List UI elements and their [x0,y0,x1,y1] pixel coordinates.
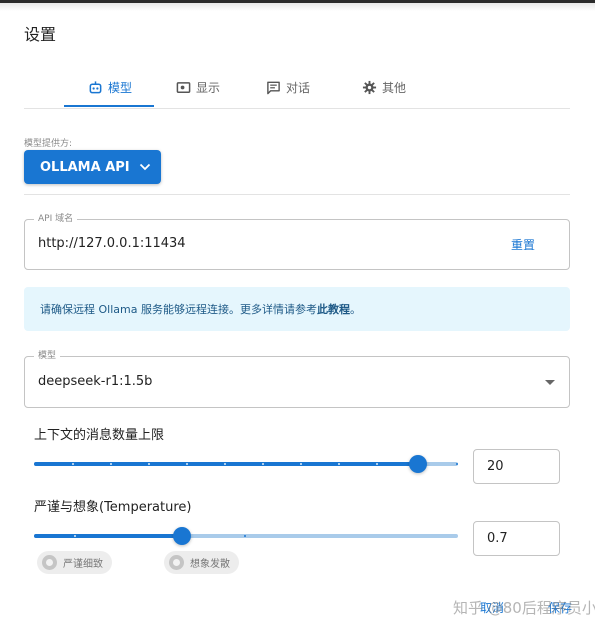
slider-mark [262,463,264,465]
tab-model-label: 模型 [108,80,133,95]
settings-tabs: 模型 显示 对话 其他 [64,70,424,110]
slider-mark [110,463,112,465]
chip-imaginative-label: 想象发散 [190,559,230,570]
slider-thumb[interactable] [409,455,428,473]
model-select[interactable]: 模型 deepseek-r1:1.5b [24,350,570,408]
tutorial-link[interactable]: 此教程 [317,303,350,316]
section-divider [24,194,570,195]
info-notice: 请确保远程 Ollama 服务能够远程连接。更多详情请参考此教程。 [24,287,570,331]
provider-value: OLLAMA API [40,159,130,175]
api-host-legend: API 域名 [34,213,78,225]
slider-mark [72,463,74,465]
api-host-value[interactable]: http://127.0.0.1:11434 [38,236,186,251]
slider-track [34,534,183,538]
tab-other-label: 其他 [382,80,407,95]
slider-mark [186,463,188,465]
robot-icon [89,80,102,93]
reset-button[interactable]: 重置 [511,236,535,253]
dropdown-arrow-icon [545,380,555,385]
provider-select-button[interactable]: OLLAMA API [24,150,161,184]
model-value: deepseek-r1:1.5b [38,374,153,389]
slider-mark [376,463,378,465]
tab-display[interactable]: 显示 [154,70,244,104]
dialog-title: 设置 [24,25,57,44]
active-tab-indicator [64,105,154,107]
context-limit-label: 上下文的消息数量上限 [34,428,165,443]
slider-mark [338,463,340,465]
tabs-divider [24,108,570,109]
tab-display-label: 显示 [196,80,221,95]
slider-mark [74,535,76,537]
slider-mark [456,463,458,465]
tab-model[interactable]: 模型 [64,70,154,104]
api-host-field[interactable]: API 域名 http://127.0.0.1:11434 重置 [24,213,570,270]
chip-rigorous[interactable]: 严谨细致 [37,551,112,574]
tab-chat-label: 对话 [286,80,311,95]
chip-rigorous-label: 严谨细致 [63,559,103,570]
gear-icon [362,80,377,94]
watermark: 知乎 @80后程序员小白 [453,599,595,617]
slider-thumb[interactable] [173,527,192,545]
temperature-input[interactable]: 0.7 [473,521,560,556]
slider-mark [300,463,302,465]
context-limit-input[interactable]: 20 [473,449,560,484]
notice-suffix: 。 [349,303,361,316]
slider-mark [148,463,150,465]
context-limit-slider[interactable] [34,454,458,474]
slider-mark [224,463,226,465]
notice-text: 请确保远程 Ollama 服务能够远程连接。更多详情请参考 [40,303,317,316]
rigorous-icon [42,555,57,570]
provider-label: 模型提供方: [24,139,73,149]
lightbulb-icon [169,555,184,570]
temperature-slider[interactable] [34,526,458,546]
slider-track [34,462,419,466]
slider-mark [244,535,246,537]
model-legend: 模型 [34,350,61,362]
chat-icon [267,81,280,94]
window-top-shadow [0,3,595,11]
display-icon [176,81,191,93]
tab-other[interactable]: 其他 [334,70,424,104]
temperature-label: 严谨与想象(Temperature) [34,500,192,515]
tab-chat[interactable]: 对话 [244,70,334,104]
chevron-down-icon [139,163,150,171]
chip-imaginative[interactable]: 想象发散 [164,551,239,574]
